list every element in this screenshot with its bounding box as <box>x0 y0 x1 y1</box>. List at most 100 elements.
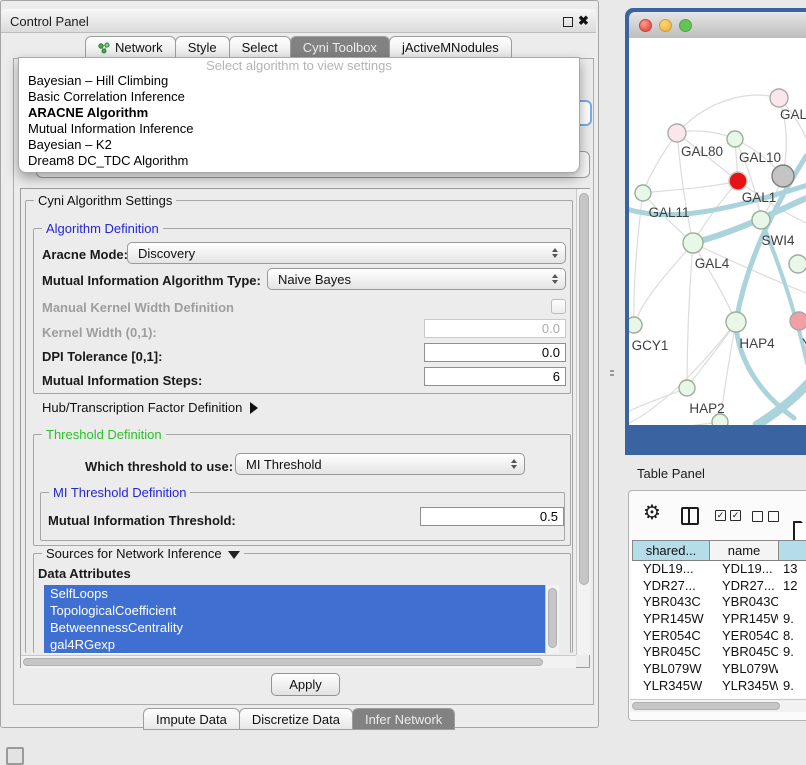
manual-kernel-width-checkbox[interactable] <box>551 299 566 314</box>
sources-group-title[interactable]: Sources for Network Inference <box>42 546 244 561</box>
algorithm-option[interactable]: Dream8 DC_TDC Algorithm <box>19 153 579 169</box>
data-attributes-list[interactable]: SelfLoops TopologicalCoefficient Between… <box>44 585 545 654</box>
algorithm-option-selected[interactable]: ARACNE Algorithm <box>19 105 579 121</box>
scrollbar-thumb[interactable] <box>579 193 589 585</box>
tab-select[interactable]: Select <box>229 36 291 58</box>
cell-name: YBL079W <box>709 661 778 678</box>
combo-arrows-icon <box>511 459 517 469</box>
column-header-shared-name[interactable]: shared... <box>633 541 710 561</box>
table-horizontal-scrollbar[interactable] <box>630 699 806 712</box>
settings-vertical-scrollbar[interactable] <box>576 189 590 655</box>
docked-panel-icon[interactable] <box>6 747 24 765</box>
show-columns-icon[interactable]: ✓ ✓ <box>715 510 741 521</box>
network-node-Y[interactable] <box>790 312 806 330</box>
cell-shared-name: YIL052C <box>632 695 709 699</box>
attribute-item-selected[interactable]: TopologicalCoefficient <box>44 602 545 619</box>
tab-infer-network[interactable]: Infer Network <box>352 708 455 730</box>
network-node-GAL11[interactable] <box>635 185 651 201</box>
attribute-item-selected[interactable]: gal4RGexp <box>44 636 545 653</box>
cell-shared-name: YBL079W <box>632 661 709 678</box>
settings-horizontal-scrollbar[interactable] <box>21 655 576 668</box>
algorithm-option[interactable]: Bayesian – K2 <box>19 137 579 153</box>
network-node-GAL4[interactable] <box>683 233 703 253</box>
network-node-HAP2[interactable] <box>679 380 695 396</box>
dpi-tolerance-field[interactable] <box>424 343 566 362</box>
table-row[interactable]: YBL079WYBL079W <box>632 661 806 678</box>
network-node-GCY1[interactable] <box>629 317 642 333</box>
scrollbar-thumb[interactable] <box>548 588 557 648</box>
network-node-SWI4[interactable] <box>752 211 770 229</box>
table-row[interactable]: YBR045CYBR045C9. <box>632 644 806 661</box>
network-node-unlabeled[interactable] <box>789 255 806 273</box>
cell-value: 13 <box>778 561 797 578</box>
column-header-name[interactable]: name <box>710 541 779 561</box>
gear-icon[interactable]: ⚙ <box>643 503 661 523</box>
table-row[interactable]: YPR145WYPR145W9. <box>632 611 806 628</box>
node-label: GAL <box>780 107 806 122</box>
aracne-mode-combobox[interactable]: Discovery <box>127 242 566 264</box>
network-node-unlabeled[interactable] <box>772 165 794 187</box>
panel-splitter-handle[interactable] <box>609 368 614 377</box>
close-traffic-light-icon[interactable] <box>639 19 652 32</box>
table-row[interactable]: YIL052CYIL052C9 <box>632 695 806 699</box>
mi-steps-field[interactable] <box>424 367 566 386</box>
table-row[interactable]: YDL19...YDL19...13 <box>632 561 806 578</box>
tab-jactivemnodules[interactable]: jActiveMNodules <box>389 36 512 58</box>
zoom-traffic-light-icon[interactable] <box>679 19 692 32</box>
scrollbar-thumb[interactable] <box>23 658 543 666</box>
column-header-clipped[interactable] <box>779 541 806 561</box>
tab-network-label: Network <box>115 40 163 55</box>
network-node-GAL10[interactable] <box>727 131 743 147</box>
tab-style[interactable]: Style <box>175 36 230 58</box>
node-label: GAL80 <box>681 144 723 159</box>
mi-algorithm-type-combobox[interactable]: Naive Bayes <box>267 268 566 290</box>
cell-name: YLR345W <box>709 678 778 695</box>
algorithm-option[interactable]: Bayesian – Hill Climbing <box>19 73 579 89</box>
table-row[interactable]: YER054CYER054C8. <box>632 628 806 645</box>
hide-columns-icon[interactable] <box>752 511 779 522</box>
table-row[interactable]: YDR27...YDR27...12 <box>632 578 806 595</box>
network-window-titlebar[interactable] <box>629 12 806 39</box>
node-label: Y <box>802 336 806 351</box>
cell-value: 9. <box>778 611 794 628</box>
minimize-traffic-light-icon[interactable] <box>659 19 672 32</box>
attribute-list-scrollbar[interactable] <box>545 585 559 654</box>
cell-shared-name: YER054C <box>632 628 709 645</box>
table-row[interactable]: YLR345WYLR345W9. <box>632 678 806 695</box>
close-icon[interactable]: ✖ <box>578 13 589 29</box>
tab-impute-data[interactable]: Impute Data <box>143 708 240 730</box>
mi-steps-label: Mutual Information Steps: <box>42 373 202 388</box>
tab-discretize-data[interactable]: Discretize Data <box>239 708 353 730</box>
tab-cyni-toolbox[interactable]: Cyni Toolbox <box>290 36 390 58</box>
cell-value: 8. <box>778 628 794 645</box>
tab-discretize-data-label: Discretize Data <box>252 712 340 727</box>
node-table[interactable]: YDL19...YDL19...13 YDR27...YDR27...12 YB… <box>632 561 806 698</box>
apply-button[interactable]: Apply <box>271 673 340 696</box>
cell-value: 9 <box>778 695 790 699</box>
hub-definition-expander[interactable]: Hub/Transcription Factor Definition <box>42 400 258 415</box>
tab-infer-network-label: Infer Network <box>365 712 442 727</box>
network-node-GAL[interactable] <box>770 89 788 107</box>
network-icon <box>98 42 110 54</box>
control-panel-titlebar[interactable] <box>1 9 596 33</box>
attribute-item-selected[interactable]: SelfLoops <box>44 585 545 602</box>
algorithm-option[interactable]: Basic Correlation Inference <box>19 89 579 105</box>
mi-threshold-field[interactable] <box>420 507 564 526</box>
network-node-HAP4[interactable] <box>726 312 746 332</box>
algorithm-option[interactable]: Mutual Information Inference <box>19 121 579 137</box>
kernel-width-field[interactable] <box>424 319 566 338</box>
table-row[interactable]: YBR043CYBR043C <box>632 594 806 611</box>
network-node-GAL80[interactable] <box>668 124 686 142</box>
network-edge <box>693 243 736 322</box>
float-window-icon[interactable] <box>563 17 573 27</box>
network-edge <box>643 181 738 193</box>
split-view-icon[interactable] <box>681 507 699 525</box>
tab-cyni-toolbox-label: Cyni Toolbox <box>303 40 377 55</box>
aracne-mode-value: Discovery <box>138 246 195 261</box>
network-node-GAL1[interactable] <box>729 172 747 190</box>
which-threshold-combobox[interactable]: MI Threshold <box>235 453 525 475</box>
scrollbar-thumb[interactable] <box>632 702 780 710</box>
attribute-item-selected[interactable]: BetweennessCentrality <box>44 619 545 636</box>
network-canvas[interactable]: GALGAL80GAL10GAL1GAL11SWI4GAL4GCY1HAP4YH… <box>629 38 806 425</box>
tab-network[interactable]: Network <box>85 36 176 58</box>
